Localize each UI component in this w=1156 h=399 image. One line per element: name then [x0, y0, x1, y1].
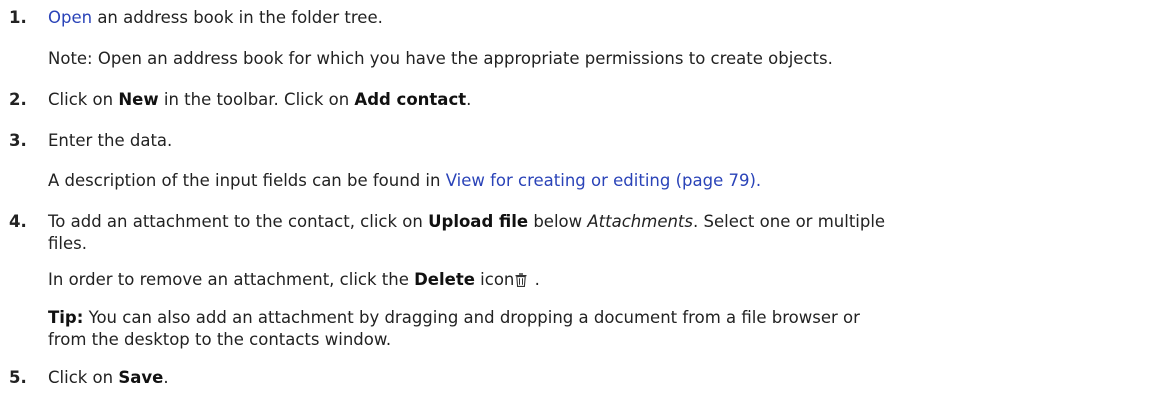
view-for-creating-link[interactable]: View for creating or editing (page 79). [446, 171, 761, 190]
text-segment: in the toolbar. Click on [158, 90, 355, 109]
text-segment: . [163, 368, 169, 387]
step-number: 5. [9, 368, 27, 387]
text-segment: A description of the input fields can be… [48, 171, 446, 190]
text-segment: To add an attachment to the contact, cli… [48, 212, 429, 231]
tip-label: Tip: [48, 308, 84, 327]
text-segment: icon [474, 270, 515, 289]
new-label: New [118, 90, 159, 109]
text-segment: below [528, 212, 588, 231]
save-label: Save [118, 368, 164, 387]
step-1-text: Open an address book in the folder tree. [48, 7, 383, 29]
text-segment: Click on [48, 368, 119, 387]
add-contact-label: Add contact [354, 90, 467, 109]
step-4-text-cont: files. [48, 234, 87, 253]
step-number: 2. [9, 90, 27, 109]
text-segment: . Select one or multiple [693, 212, 886, 231]
step-2-text: Click on New in the toolbar. Click on Ad… [48, 89, 471, 111]
step-3-description: A description of the input fields can be… [48, 170, 761, 192]
step-3-text: Enter the data. [48, 131, 173, 150]
step-number: 3. [9, 131, 27, 150]
step-number: 1. [9, 8, 27, 27]
delete-label: Delete [414, 270, 475, 289]
trash-icon [515, 273, 527, 287]
step-4-tip-cont: from the desktop to the contacts window. [48, 330, 392, 349]
step-1-body: an address book in the folder tree. [92, 8, 383, 27]
step-number: 4. [9, 212, 27, 231]
step-1-note: Note: Open an address book for which you… [48, 49, 833, 68]
text-segment: Click on [48, 90, 119, 109]
step-5-text: Click on Save. [48, 367, 169, 389]
upload-file-label: Upload file [428, 212, 529, 231]
text-segment: . [529, 270, 540, 289]
text-segment: . [466, 90, 472, 109]
open-link[interactable]: Open [48, 8, 92, 27]
step-4-remove: In order to remove an attachment, click … [48, 269, 540, 291]
text-segment: In order to remove an attachment, click … [48, 270, 415, 289]
step-4-tip: Tip: You can also add an attachment by d… [48, 307, 860, 329]
text-segment: You can also add an attachment by draggi… [83, 308, 860, 327]
step-4-text: To add an attachment to the contact, cli… [48, 211, 885, 233]
procedure-steps: 1. Open an address book in the folder tr… [0, 0, 1156, 399]
attachments-label: Attachments [587, 212, 693, 231]
